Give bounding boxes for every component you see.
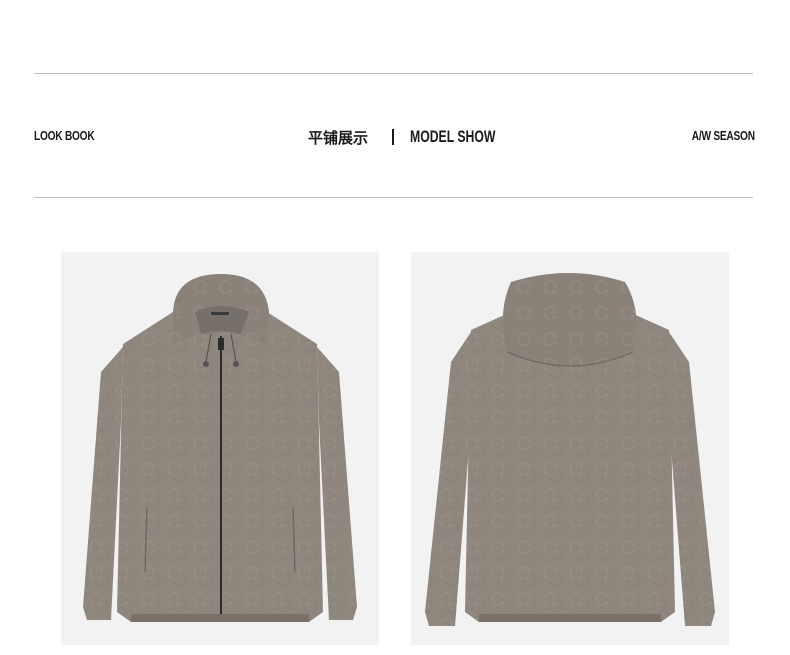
section-title: 平铺展示 MODEL SHOW xyxy=(308,126,495,148)
section-header: LOOK BOOK 平铺展示 MODEL SHOW A/W SEASON xyxy=(0,126,790,148)
title-separator xyxy=(392,129,394,145)
section-title-cn: 平铺展示 xyxy=(308,129,369,147)
season-label: A/W SEASON xyxy=(691,128,755,143)
jacket-front-image xyxy=(61,252,379,645)
section-title-en: MODEL SHOW xyxy=(410,127,496,146)
look-book-label: LOOK BOOK xyxy=(34,128,95,143)
top-divider xyxy=(34,73,753,74)
jacket-back-image xyxy=(411,252,729,645)
bottom-divider xyxy=(34,197,753,198)
